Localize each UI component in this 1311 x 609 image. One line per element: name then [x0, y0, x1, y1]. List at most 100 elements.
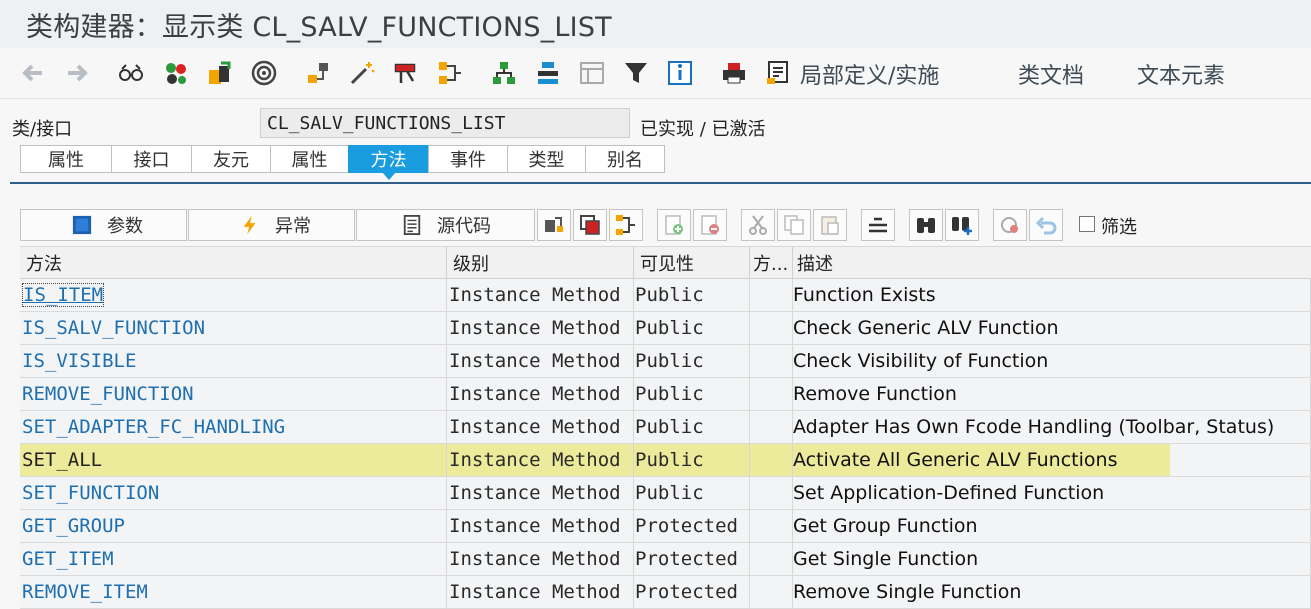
method-visibility: Protected	[634, 576, 750, 608]
col-header-level[interactable]: 级别	[447, 247, 634, 278]
structure-icon[interactable]	[609, 209, 643, 241]
pattern-icon[interactable]	[393, 60, 419, 86]
col-header-modeled[interactable]: 方...	[750, 247, 793, 278]
binoculars-icon[interactable]	[909, 209, 943, 241]
source-code-icon	[401, 214, 423, 236]
method-level: Instance Method	[447, 279, 634, 311]
table-row[interactable]: IS_VISIBLE Instance Method Public Check …	[20, 345, 1311, 378]
col-header-method[interactable]: 方法	[20, 247, 447, 278]
class-status: 已实现 / 已激活	[640, 119, 766, 140]
copy-layout-icon[interactable]	[573, 209, 607, 241]
tab-attributes-2[interactable]: 属性	[270, 145, 348, 173]
class-name-field[interactable]: CL_SALV_FUNCTIONS_LIST	[260, 108, 630, 138]
source-code-button[interactable]: 源代码	[356, 209, 535, 241]
method-visibility: Public	[634, 444, 750, 476]
class-interface-row: 类/接口 CL_SALV_FUNCTIONS_LIST 已实现 / 已激活	[0, 108, 1311, 142]
magic-wand-icon[interactable]	[349, 60, 375, 86]
exceptions-button[interactable]: 异常	[188, 209, 355, 241]
object-list-icon[interactable]	[163, 60, 189, 86]
align-center-icon[interactable]	[861, 209, 895, 241]
find-next-icon[interactable]	[945, 209, 979, 241]
method-name-link[interactable]: IS_SALV_FUNCTION	[20, 312, 447, 344]
table-row[interactable]: SET_ADAPTER_FC_HANDLING Instance Method …	[20, 411, 1311, 444]
table-row[interactable]: IS_ITEM Instance Method Public Function …	[20, 279, 1311, 312]
class-hierarchy-icon[interactable]	[535, 60, 561, 86]
table-row[interactable]: GET_ITEM Instance Method Protected Get S…	[20, 543, 1311, 576]
cut-icon[interactable]	[741, 209, 775, 241]
paste-icon[interactable]	[813, 209, 847, 241]
method-name-link[interactable]: SET_ADAPTER_FC_HANDLING	[20, 411, 447, 443]
hierarchy-icon[interactable]	[305, 60, 331, 86]
table-row[interactable]: REMOVE_ITEM Instance Method Protected Re…	[20, 576, 1311, 609]
delete-row-icon[interactable]	[693, 209, 727, 241]
method-name-link[interactable]: REMOVE_ITEM	[20, 576, 447, 608]
method-level: Instance Method	[447, 444, 634, 476]
transport-icon[interactable]	[207, 60, 233, 86]
document-icon[interactable]	[765, 60, 791, 86]
table-row-selected[interactable]: SET_ALL Instance Method Public Activate …	[20, 444, 1311, 477]
method-description: Get Single Function	[793, 543, 1311, 575]
method-description: Adapter Has Own Fcode Handling (Toolbar,…	[793, 411, 1311, 443]
print-icon[interactable]	[721, 60, 747, 86]
method-name-link[interactable]: REMOVE_FUNCTION	[20, 378, 447, 410]
method-description: Remove Single Function	[793, 576, 1311, 608]
method-description: Check Generic ALV Function	[793, 312, 1311, 344]
window-title: 类构建器：显示类 CL_SALV_FUNCTIONS_LIST	[26, 11, 612, 43]
filter-checkbox[interactable]	[1079, 216, 1095, 232]
where-used-icon[interactable]	[251, 60, 277, 86]
method-description: Check Visibility of Function	[793, 345, 1311, 377]
table-row[interactable]: SET_FUNCTION Instance Method Public Set …	[20, 477, 1311, 510]
method-name-link[interactable]: SET_FUNCTION	[20, 477, 447, 509]
method-visibility: Public	[634, 279, 750, 311]
method-name-link[interactable]: GET_GROUP	[20, 510, 447, 542]
parameters-icon	[71, 214, 93, 236]
settings-icon[interactable]	[993, 209, 1027, 241]
tab-friends[interactable]: 友元	[191, 145, 270, 173]
class-documentation-button[interactable]: 类文档	[1018, 58, 1084, 90]
insert-row-icon[interactable]	[657, 209, 691, 241]
method-name-link[interactable]: IS_VISIBLE	[20, 345, 447, 377]
method-modeled	[750, 345, 793, 377]
block-icon[interactable]	[437, 60, 463, 86]
text-elements-button[interactable]: 文本元素	[1137, 58, 1225, 90]
undo-icon[interactable]	[1029, 209, 1063, 241]
method-description: Function Exists	[793, 279, 1311, 311]
table-row[interactable]: REMOVE_FUNCTION Instance Method Public R…	[20, 378, 1311, 411]
methods-table: 方法 级别 可见性 方... 描述 IS_ITEM Instance Metho…	[20, 246, 1311, 609]
tab-events[interactable]: 事件	[428, 145, 507, 173]
application-toolbar: 局部定义/实施 类文档 文本元素	[0, 48, 1311, 99]
method-name-link[interactable]: GET_ITEM	[20, 543, 447, 575]
parameters-button[interactable]: 参数	[20, 209, 187, 241]
method-modeled	[750, 510, 793, 542]
method-visibility: Public	[634, 477, 750, 509]
arrow-back-icon[interactable]	[20, 60, 46, 86]
method-name-link[interactable]: IS_ITEM	[20, 279, 447, 311]
class-interface-label: 类/接口	[12, 119, 73, 140]
table-row[interactable]: IS_SALV_FUNCTION Instance Method Public …	[20, 312, 1311, 345]
glasses-icon[interactable]	[118, 60, 144, 86]
method-name-link[interactable]: SET_ALL	[20, 444, 447, 476]
method-level: Instance Method	[447, 576, 634, 608]
arrow-forward-icon[interactable]	[64, 60, 90, 86]
method-level: Instance Method	[447, 411, 634, 443]
tab-types[interactable]: 类型	[507, 145, 585, 173]
col-header-description[interactable]: 描述	[793, 247, 1311, 278]
method-modeled	[750, 378, 793, 410]
navigate-icon[interactable]	[537, 209, 571, 241]
local-definitions-button[interactable]: 局部定义/实施	[800, 58, 939, 90]
copy-icon[interactable]	[777, 209, 811, 241]
info-icon[interactable]	[667, 60, 693, 86]
split-icon[interactable]	[491, 60, 517, 86]
tab-interfaces[interactable]: 接口	[111, 145, 191, 173]
filter-icon[interactable]	[623, 60, 649, 86]
tab-aliases[interactable]: 别名	[585, 145, 665, 173]
tab-attributes[interactable]: 属性	[20, 145, 111, 173]
table-row[interactable]: GET_GROUP Instance Method Protected Get …	[20, 510, 1311, 543]
tab-methods[interactable]: 方法	[348, 145, 428, 180]
method-modeled	[750, 444, 793, 476]
method-description: Get Group Function	[793, 510, 1311, 542]
layout-icon[interactable]	[579, 60, 605, 86]
method-toolbar: 参数 异常 源代码 筛选	[20, 209, 1311, 241]
col-header-visibility[interactable]: 可见性	[634, 247, 750, 278]
method-level: Instance Method	[447, 543, 634, 575]
